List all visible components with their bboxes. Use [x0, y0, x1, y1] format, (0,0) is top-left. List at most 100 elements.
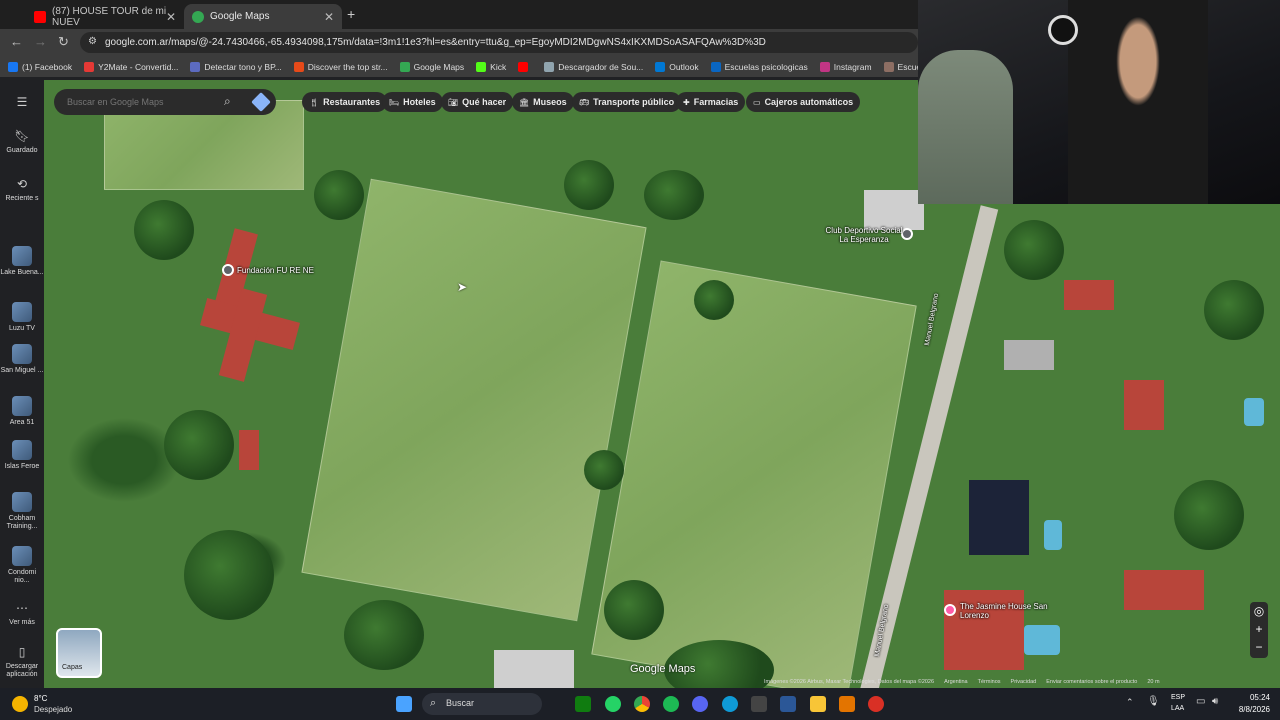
url-field[interactable]: ⚙ google.com.ar/maps/@-24.7430466,-65.49… [80, 32, 918, 53]
terms-link[interactable]: Términos [978, 679, 1001, 688]
close-tab-icon[interactable]: ✕ [166, 10, 176, 24]
bookmark-item[interactable]: Escuelas psicologicas [710, 61, 808, 72]
bookmark-item[interactable]: Y2Mate - Convertid... [84, 61, 178, 72]
chip-2[interactable]: 📷︎ Qué hacer [441, 92, 514, 112]
language-label-2[interactable]: LAA [1171, 705, 1184, 712]
rail-label: San Miguel ... [0, 367, 44, 374]
language-label[interactable]: ESP [1171, 694, 1185, 701]
layers-button[interactable]: Capas [56, 628, 102, 678]
bookmark-item[interactable]: Detectar tono y BP... [190, 61, 282, 72]
search-icon[interactable]: ⌕ [224, 94, 231, 109]
taskbar-search[interactable]: ⌕ Buscar [422, 693, 542, 715]
xbox-icon[interactable] [575, 696, 591, 712]
chip-1[interactable]: 🛏︎ Hoteles [382, 92, 443, 112]
rail-place[interactable]: Cobham Training... [0, 492, 44, 531]
obs-icon[interactable] [868, 696, 884, 712]
new-tab-button[interactable]: + [347, 6, 355, 22]
tab-youtube[interactable]: (87) HOUSE TOUR de mi NUEV ✕ [26, 4, 184, 29]
bookmark-item[interactable]: Google Maps [399, 61, 464, 72]
rail-place[interactable]: San Miguel ... [0, 344, 44, 375]
rail-place[interactable]: Luzu TV [0, 302, 44, 333]
attribution-text: Imágenes ©2026 Airbus, Maxar Technologie… [764, 679, 935, 685]
place-label-club[interactable]: Club Deportivo Social La Esperanza [824, 226, 904, 244]
back-icon[interactable]: ← [10, 34, 23, 49]
windows-start-icon[interactable] [396, 696, 412, 712]
volume-icon[interactable]: 🔊︎ [1212, 696, 1218, 707]
whatsapp-icon[interactable] [605, 696, 621, 712]
place-label-fundacion[interactable]: Fundación FU RE NE [237, 266, 314, 275]
bookmark-item[interactable]: Outlook [655, 61, 699, 72]
network-icon[interactable]: ▭ [1196, 696, 1205, 707]
chip-6[interactable]: ▭ Cajeros automáticos [746, 92, 861, 112]
microphone-icon[interactable]: 🎙︎ [1147, 696, 1160, 707]
chip-3[interactable]: 🏛︎ Museos [512, 92, 574, 112]
rail-saved[interactable]: 🔖︎ Guardado [0, 128, 44, 155]
bookmark-item[interactable]: (1) Facebook [8, 61, 72, 72]
clock-time[interactable]: 05:24 [1236, 693, 1270, 702]
app-icon[interactable] [839, 696, 855, 712]
privacy-link[interactable]: Privacidad [1011, 679, 1037, 688]
bookmark-item[interactable]: Instagram [819, 61, 872, 72]
forward-icon[interactable]: → [34, 34, 47, 49]
clock-date[interactable]: 8/8/2026 [1230, 705, 1270, 714]
discord-icon[interactable] [692, 696, 708, 712]
person-left [918, 50, 1013, 204]
decoration-circle [1048, 15, 1078, 45]
bookmark-favicon-icon [84, 61, 95, 72]
tab-label: Google Maps [210, 11, 270, 22]
url-text: google.com.ar/maps/@-24.7430466,-65.4934… [105, 37, 766, 48]
rail-place[interactable]: Lake Buena... [0, 246, 44, 277]
directions-icon[interactable] [251, 92, 271, 112]
place-thumbnail [12, 440, 32, 460]
place-label-jasmine[interactable]: The Jasmine House San Lorenzo [960, 602, 1050, 620]
bookmark-label: Instagram [833, 61, 872, 72]
zoom-out-button[interactable]: − [1250, 638, 1268, 656]
tab-google-maps[interactable]: Google Maps ✕ [184, 4, 342, 29]
chrome-icon[interactable] [634, 696, 650, 712]
reload-icon[interactable]: ↻ [58, 34, 69, 50]
place-pin-icon[interactable] [222, 264, 234, 276]
tree [134, 200, 194, 260]
menu-button[interactable]: ☰ [0, 94, 44, 113]
search-icon: ⌕ [430, 697, 437, 709]
bookmark-favicon-icon [655, 61, 666, 72]
rail-download-app[interactable]: ▯ Descargar aplicación [0, 644, 44, 679]
search-input[interactable] [67, 97, 217, 107]
chip-icon: 🏛︎ [519, 97, 530, 107]
rail-place[interactable]: Islas Feroe [0, 440, 44, 471]
bookmark-item[interactable]: Escuelas de Psicol [883, 61, 918, 72]
person-right [1068, 0, 1208, 204]
bookmark-item[interactable]: Descargador de Sou... [544, 61, 644, 72]
file-explorer-icon[interactable] [810, 696, 826, 712]
rail-label: Cobham Training... [6, 515, 38, 530]
chevron-up-icon[interactable]: ⌃ [1126, 697, 1134, 708]
rail-more[interactable]: ⋯ Ver más [0, 600, 44, 627]
chip-5[interactable]: ✚ Farmacias [676, 92, 746, 112]
rail-place[interactable]: Condomi nio... [0, 546, 44, 585]
rail-place[interactable]: Area 51 [0, 396, 44, 427]
zoom-in-button[interactable]: + [1250, 620, 1268, 638]
tree [1204, 280, 1264, 340]
my-location-icon[interactable]: ◎ [1250, 602, 1268, 620]
bookmark-item[interactable] [518, 61, 532, 72]
country-label[interactable]: Argentina [944, 679, 968, 688]
bookmark-item[interactable]: Kick [476, 61, 506, 72]
soccer-field [301, 178, 647, 622]
word-icon[interactable] [780, 696, 796, 712]
weather-icon[interactable] [12, 696, 28, 712]
chip-0[interactable]: 🍴︎ Restaurantes [302, 92, 388, 112]
feedback-link[interactable]: Enviar comentarios sobre el producto [1046, 679, 1137, 688]
spotify-icon[interactable] [663, 696, 679, 712]
close-tab-icon[interactable]: ✕ [324, 10, 334, 24]
pool [1044, 520, 1062, 550]
site-info-icon[interactable]: ⚙ [88, 36, 97, 47]
bookmark-favicon-icon [883, 61, 894, 72]
edge-icon[interactable] [722, 696, 738, 712]
place-pin-icon[interactable] [944, 604, 956, 616]
calculator-icon[interactable] [751, 696, 767, 712]
windows-taskbar: 8°C Despejado ⌕ Buscar ⌃ 🎙︎ ESP LAA ▭ 🔊︎… [0, 688, 1280, 720]
rail-recent[interactable]: ⟲ Reciente s [0, 176, 44, 203]
bookmark-item[interactable]: Discover the top str... [293, 61, 388, 72]
chip-4[interactable]: 🚌︎ Transporte público [572, 92, 682, 112]
bookmark-label: Descargador de Sou... [558, 61, 644, 72]
